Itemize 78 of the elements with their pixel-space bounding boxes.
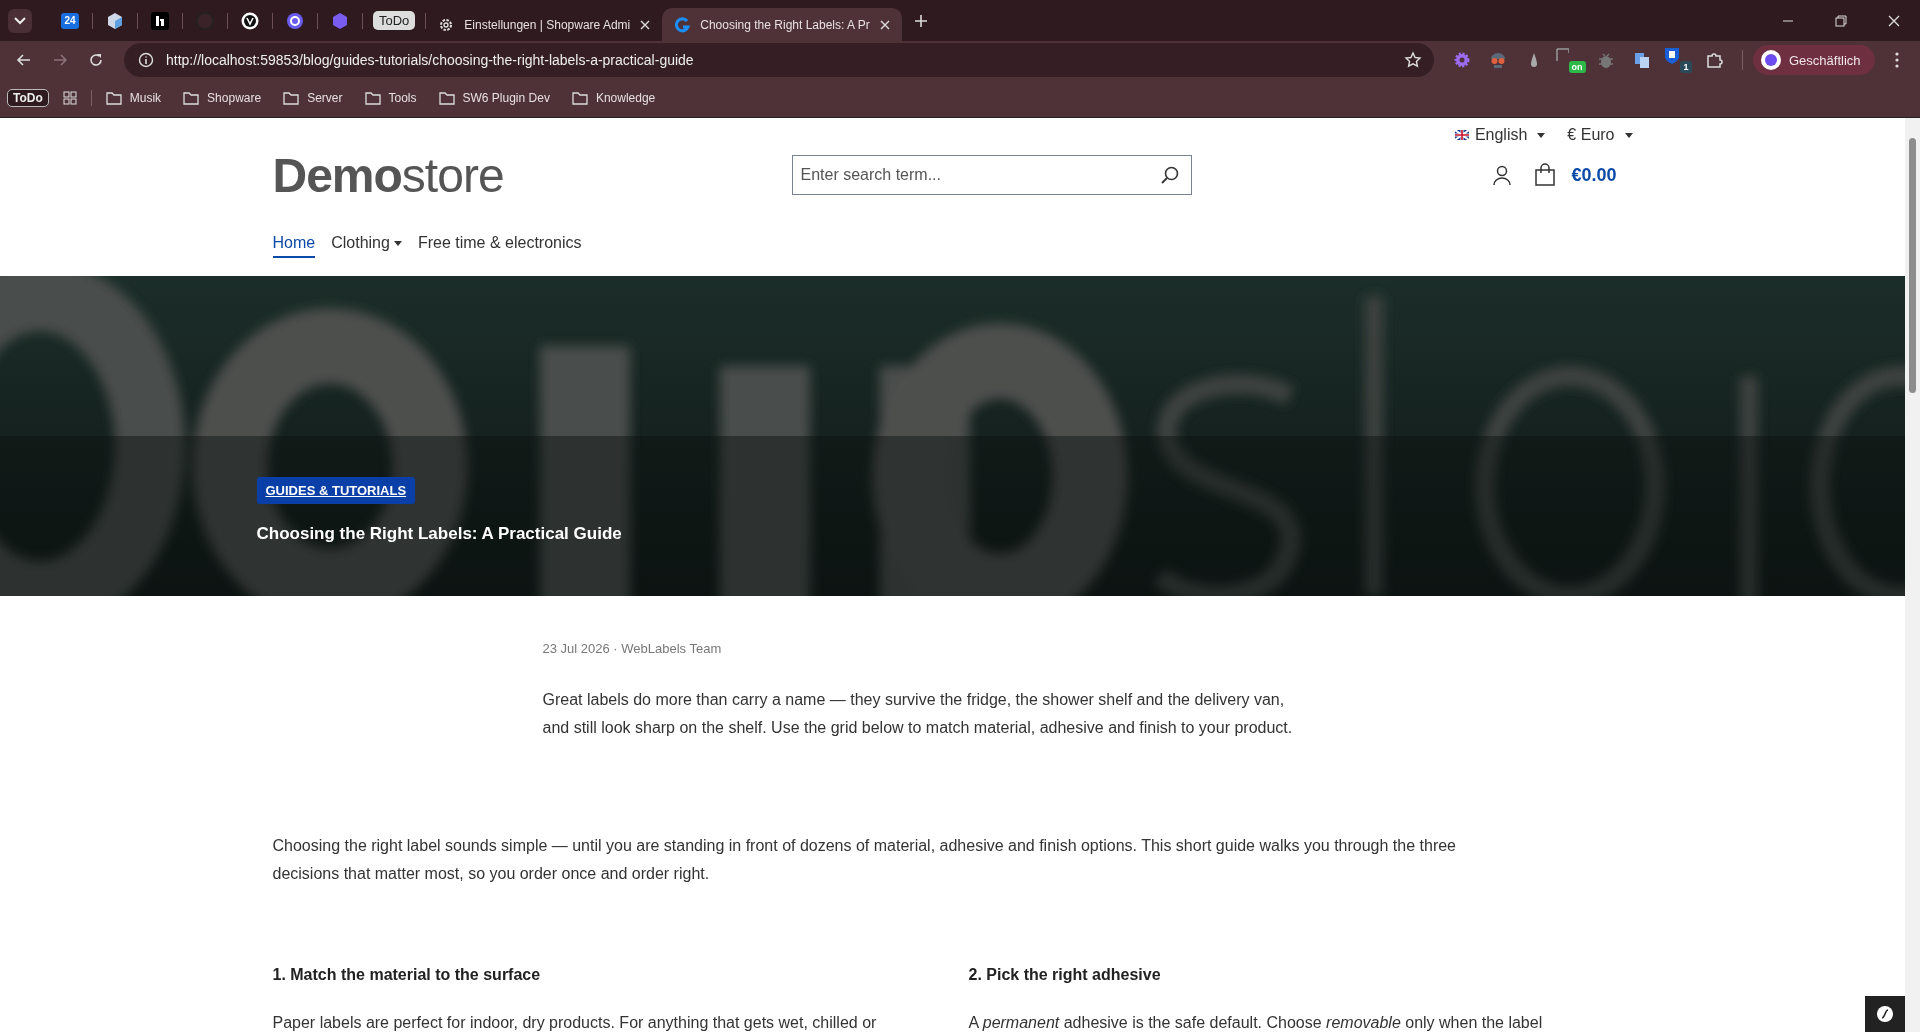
corner-icon[interactable] [1554, 47, 1569, 62]
bookmark-folder[interactable]: Shopware [183, 91, 262, 106]
tab-title: Choosing the Right Labels: A Pr [700, 17, 870, 32]
menu-icon[interactable] [1894, 52, 1899, 69]
browser-tab[interactable]: Choosing the Right Labels: A Pr [662, 8, 902, 41]
address-bar[interactable]: http://localhost:59853/blog/guides-tutorials/choosing-the-right-labels-a-practical-guide [124, 43, 1434, 78]
search-icon[interactable] [1159, 165, 1180, 185]
swirl-icon [674, 16, 691, 33]
calendar-icon: 24 [61, 12, 79, 29]
section-heading: 2. Pick the right adhesive [968, 966, 1162, 984]
tab-search-button[interactable] [8, 8, 32, 33]
section-heading: 1. Match the material to the surface [272, 966, 542, 984]
info-icon[interactable] [138, 52, 154, 69]
category-badge[interactable]: GUIDES & TUTORIALS [256, 477, 416, 504]
caret-icon [1624, 132, 1633, 138]
spy-glasses-icon[interactable] [1488, 51, 1508, 70]
article-meta: 23 Jul 2026 · WebLabels Team [542, 641, 723, 656]
tab-title: Einstellungen | Shopware Admi [464, 17, 631, 32]
bookmark-badge[interactable]: ToDo [7, 89, 49, 108]
settings-icon [438, 16, 455, 33]
avatar-icon [1761, 50, 1781, 71]
square-logo-icon [151, 11, 169, 30]
bug-icon[interactable] [1597, 51, 1615, 70]
puzzle-icon[interactable] [1705, 51, 1723, 70]
caret-icon [1537, 132, 1546, 138]
scrollbar[interactable] [1905, 118, 1920, 1032]
drop-icon[interactable] [1529, 51, 1539, 70]
copy-icon[interactable] [1633, 51, 1651, 70]
gem-icon [331, 11, 349, 30]
badge-logo-icon [286, 11, 304, 30]
article-title: Choosing the Right Labels: A Practical Guide [256, 524, 623, 544]
todo-tab[interactable]: ToDo [373, 11, 416, 30]
bookmark-folder[interactable]: Tools [364, 91, 417, 106]
extension-badge: on [1568, 61, 1586, 74]
reload-icon[interactable] [88, 52, 104, 69]
browser-tab[interactable]: Einstellungen | Shopware Admi [426, 8, 663, 41]
cart-total[interactable]: €0.00 [1571, 164, 1617, 186]
star-icon[interactable] [1404, 51, 1422, 70]
shield-icon[interactable] [1664, 47, 1681, 66]
debug-toolbar-icon[interactable] [1865, 996, 1905, 1032]
bookmark-folder[interactable]: SW6 Plugin Dev [438, 91, 550, 106]
section-paragraph: A permanent adhesive is the safe default. Choose removable only when the label [968, 1014, 1544, 1032]
folder-icon [105, 91, 122, 105]
pinned-tab[interactable]: 24 [48, 4, 92, 37]
language-dropdown[interactable]: English [1454, 126, 1546, 144]
folder-icon [438, 91, 455, 105]
nav-link[interactable]: Free time & electronics [417, 230, 582, 258]
store-logo[interactable]: Demostore [272, 147, 792, 203]
url-text: http://localhost:59853/blog/guides-tutorials/choosing-the-right-labels-a-practical-guide [166, 52, 694, 69]
folder-icon [283, 91, 300, 105]
chevron-down-icon [14, 16, 26, 25]
shopping-bag-icon[interactable] [1533, 163, 1558, 187]
close-icon[interactable] [1888, 14, 1900, 27]
currency-dropdown[interactable]: € Euro [1567, 126, 1633, 144]
bookmark-folder[interactable]: Musik [105, 91, 162, 106]
profile-button[interactable]: Geschäftlich [1753, 45, 1875, 76]
intro-paragraph: Great labels do more than carry a name — they survive the fridge, the shower shelf and the delivery van, and still look sharp on the shelf. Use the grid below to match material, adhesive and finish to your product. [542, 690, 1294, 738]
body-paragraph: Choosing the right label sounds simple — until you are standing in front of dozens of material, adhesive and finish options. This short guide walks you through the three decisions that matter most, so you order once and order right. [272, 836, 1457, 884]
account-icon[interactable] [1491, 164, 1514, 186]
folder-icon [183, 91, 200, 105]
close-icon[interactable] [879, 19, 890, 30]
nav-link[interactable]: Home [272, 230, 316, 258]
apps-icon[interactable] [62, 91, 77, 106]
folder-icon [364, 91, 381, 105]
gear-icon[interactable] [1453, 51, 1471, 70]
flag-icon [1454, 130, 1469, 140]
search-field[interactable]: Enter search term... [791, 155, 1192, 195]
folder-icon [571, 91, 588, 105]
cube-icon [105, 10, 125, 31]
bookmark-folder[interactable]: Knowledge [571, 91, 656, 106]
close-icon[interactable] [640, 19, 651, 30]
new-tab-icon[interactable] [913, 13, 928, 28]
nav-link[interactable]: Clothing [331, 230, 402, 258]
circle-logo-icon [241, 11, 259, 30]
extension-badge: 1 [1680, 61, 1692, 74]
bookmark-folder[interactable]: Server [283, 91, 343, 106]
restore-icon[interactable] [1835, 14, 1847, 27]
section-paragraph: Paper labels are perfect for indoor, dry products. For anything that gets wet, chilled or [272, 1014, 878, 1032]
